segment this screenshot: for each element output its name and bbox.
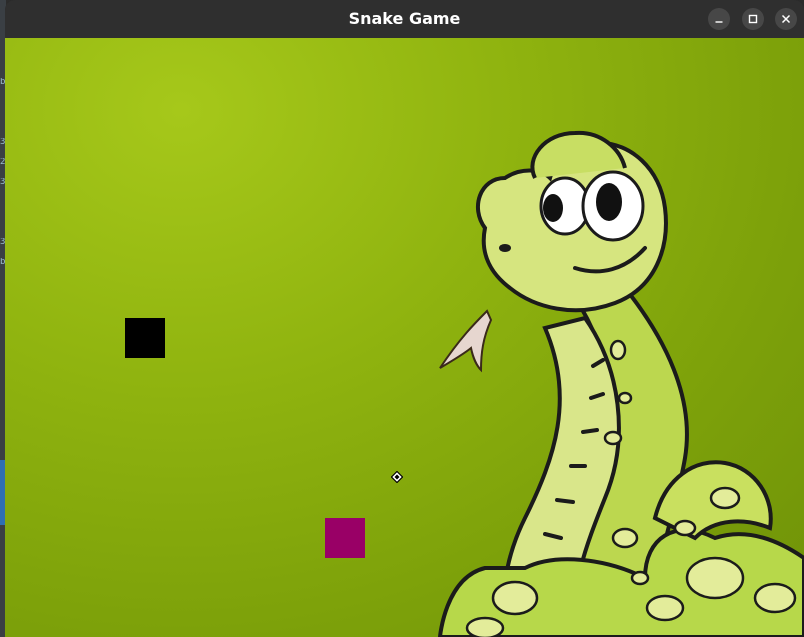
game-canvas[interactable] <box>5 38 804 637</box>
close-button[interactable] <box>775 8 797 30</box>
maximize-button[interactable] <box>742 8 764 30</box>
close-icon <box>781 14 791 24</box>
maximize-icon <box>748 14 758 24</box>
food-item <box>325 518 365 558</box>
minimize-button[interactable] <box>708 8 730 30</box>
snake-head <box>125 318 165 358</box>
title-bar[interactable]: Snake Game <box>5 0 804 39</box>
minimize-icon <box>715 21 723 23</box>
game-window: Snake Game <box>5 0 804 637</box>
mouse-cursor-icon <box>391 471 403 483</box>
cartoon-snake-illustration <box>437 130 804 637</box>
window-title: Snake Game <box>348 9 461 28</box>
